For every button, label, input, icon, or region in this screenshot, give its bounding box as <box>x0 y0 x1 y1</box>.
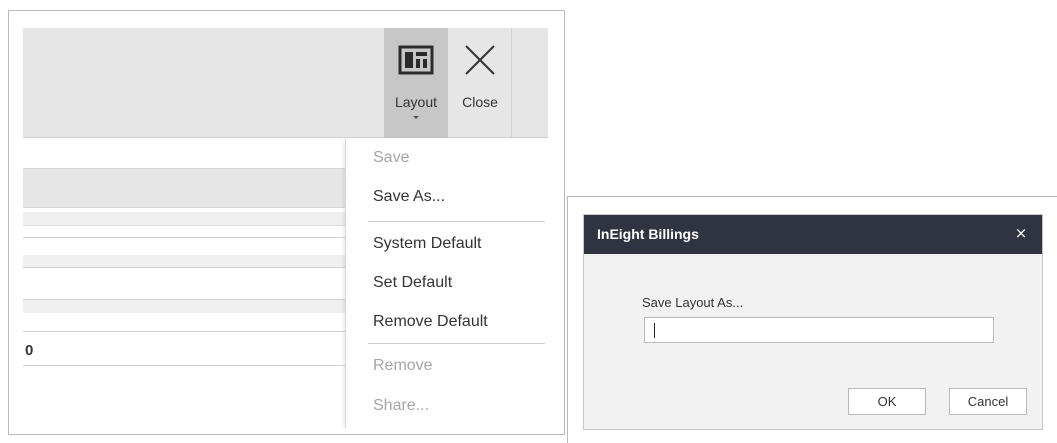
layout-grid-icon <box>384 38 448 82</box>
menu-item-set-default[interactable]: Set Default <box>346 266 548 300</box>
dialog-close-icon[interactable]: × <box>1012 223 1030 243</box>
grid-row-divider <box>23 237 348 238</box>
dialog-panel: InEight Billings × Save Layout As... OK … <box>567 196 1057 443</box>
close-button-label: Close <box>462 94 498 110</box>
layout-name-label: Save Layout As... <box>642 295 744 310</box>
grid-row-strip <box>23 255 348 267</box>
save-layout-dialog: InEight Billings × Save Layout As... OK … <box>583 214 1043 430</box>
menu-separator <box>368 343 545 344</box>
text-cursor <box>654 323 655 338</box>
layout-dropdown-menu: Save Save As... System Default Set Defau… <box>345 139 548 428</box>
layout-button-label: Layout <box>394 94 438 110</box>
layout-name-input[interactable] <box>644 317 994 343</box>
dialog-title: InEight Billings <box>597 226 699 242</box>
close-button[interactable]: Close <box>448 28 512 138</box>
close-x-icon <box>448 38 512 82</box>
ribbon-toolbar: Layout Close <box>23 28 548 138</box>
menu-separator <box>368 221 545 222</box>
app-content: Layout Close 0 Save Save As... System De… <box>23 28 548 428</box>
grid-row-divider <box>23 331 348 332</box>
ok-button[interactable]: OK <box>848 388 926 415</box>
grid-row-strip <box>23 300 348 313</box>
grid-row-divider <box>23 365 348 366</box>
menu-item-system-default[interactable]: System Default <box>346 227 548 261</box>
menu-item-save[interactable]: Save <box>346 141 548 175</box>
grid-cell-value: 0 <box>25 342 34 359</box>
menu-item-remove[interactable]: Remove <box>346 349 548 383</box>
menu-item-remove-default[interactable]: Remove Default <box>346 305 548 339</box>
dialog-titlebar: InEight Billings × <box>584 215 1042 254</box>
app-window-panel: Layout Close 0 Save Save As... System De… <box>8 10 565 435</box>
layout-button[interactable]: Layout <box>384 28 448 138</box>
menu-item-save-as[interactable]: Save As... <box>346 180 548 214</box>
cancel-button[interactable]: Cancel <box>949 388 1027 415</box>
menu-item-share[interactable]: Share... <box>346 389 548 423</box>
chevron-down-icon <box>413 116 419 119</box>
grid-row-divider <box>23 267 348 268</box>
